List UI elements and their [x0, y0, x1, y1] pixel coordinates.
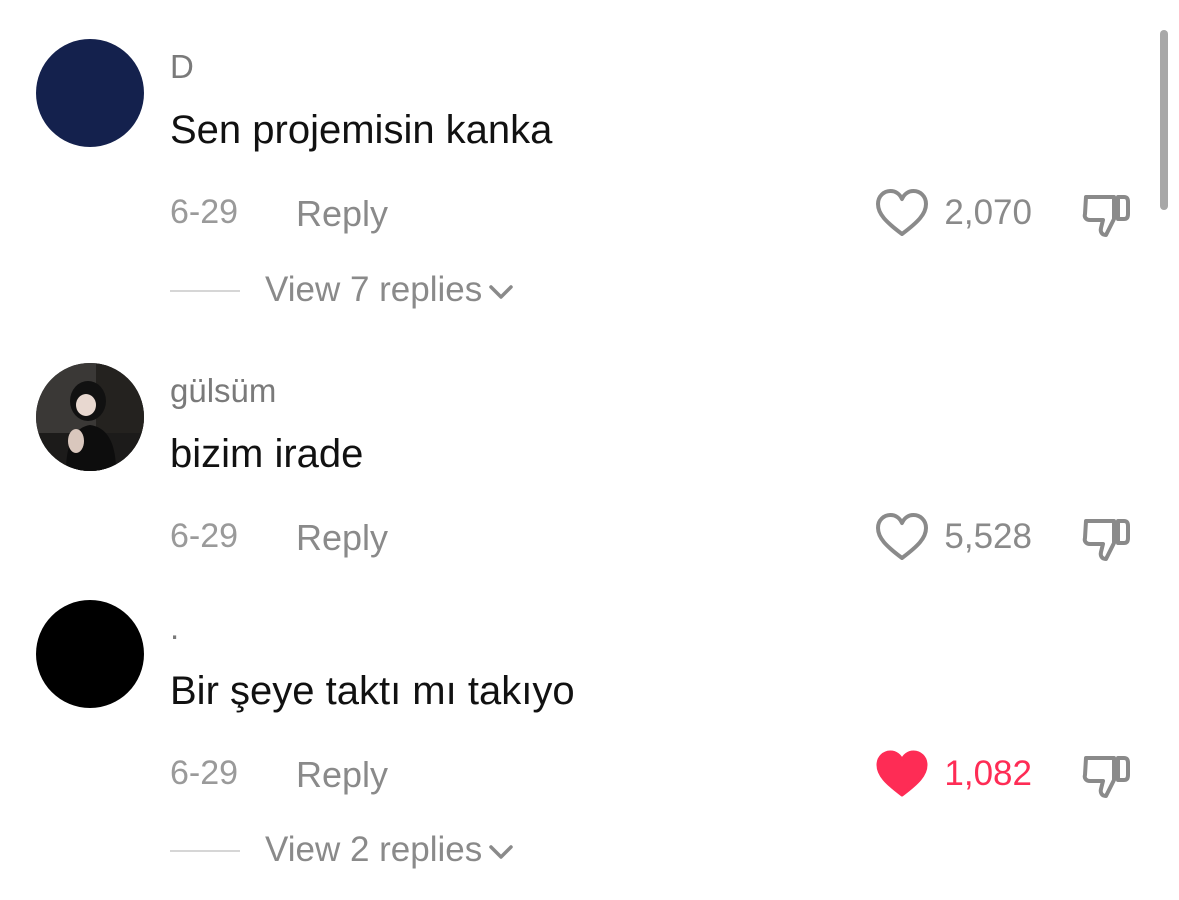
thumbs-down-icon[interactable] — [1080, 187, 1134, 241]
thumbs-down-icon[interactable] — [1080, 511, 1134, 565]
heart-outline-icon[interactable] — [874, 187, 930, 239]
chevron-down-icon — [489, 845, 513, 859]
view-replies-button[interactable]: View 7 replies — [265, 270, 516, 310]
comment-username[interactable]: D — [170, 48, 194, 86]
reply-button[interactable]: Reply — [296, 754, 388, 796]
like-count: 5,528 — [944, 517, 1032, 556]
divider-line — [170, 850, 240, 852]
thumbs-down-icon[interactable] — [1080, 748, 1134, 802]
view-replies-label: View 7 replies — [265, 270, 483, 309]
comment-actions: 6-29 Reply 5,528 — [0, 507, 1179, 567]
comment-actions: 6-29 Reply 2,070 — [0, 183, 1179, 243]
comment-username[interactable]: . — [170, 609, 179, 647]
comment-text: Sen projemisin kanka — [170, 108, 553, 152]
avatar[interactable] — [36, 600, 144, 708]
comment-text: bizim irade — [170, 432, 364, 476]
view-replies[interactable]: View 7 replies — [0, 266, 1179, 316]
reply-button[interactable]: Reply — [296, 193, 388, 235]
chevron-down-icon — [489, 285, 513, 299]
comment-actions: 6-29 Reply 1,082 — [0, 744, 1179, 804]
divider-line — [170, 290, 240, 292]
comment-text: Bir şeye taktı mı takıyo — [170, 669, 575, 713]
comment-username[interactable]: gülsüm — [170, 372, 276, 410]
heart-filled-icon[interactable] — [874, 748, 930, 800]
heart-outline-icon[interactable] — [874, 511, 930, 563]
view-replies[interactable]: View 2 replies — [0, 826, 1179, 876]
avatar-photo — [36, 363, 144, 471]
reply-button[interactable]: Reply — [296, 517, 388, 559]
comment-date: 6-29 — [170, 754, 239, 792]
like-count: 1,082 — [944, 754, 1032, 793]
like-count: 2,070 — [944, 193, 1032, 232]
avatar[interactable] — [36, 363, 144, 471]
comment-date: 6-29 — [170, 193, 239, 231]
comment-date: 6-29 — [170, 517, 239, 555]
view-replies-label: View 2 replies — [265, 830, 483, 869]
view-replies-button[interactable]: View 2 replies — [265, 830, 516, 870]
avatar[interactable] — [36, 39, 144, 147]
